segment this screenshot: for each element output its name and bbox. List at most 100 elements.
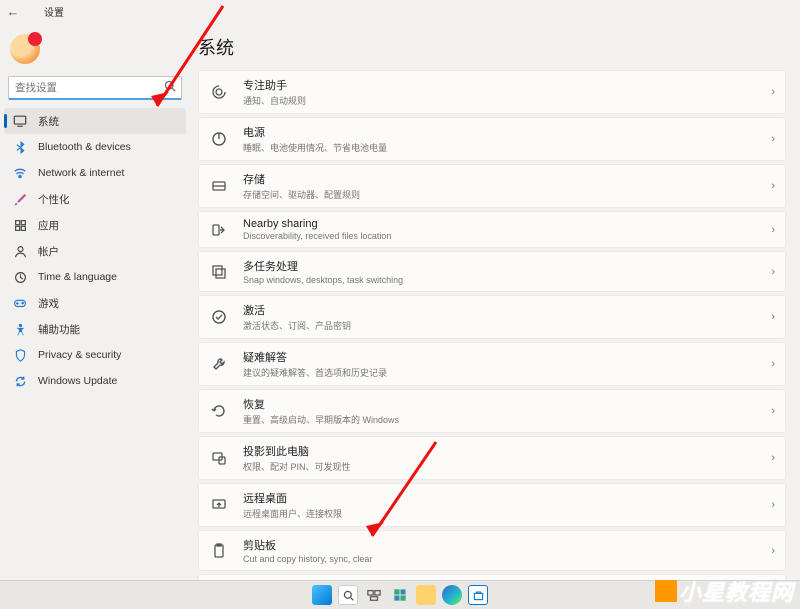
star-icon [655, 580, 677, 602]
chevron-right-icon: › [771, 133, 775, 145]
sidebar-item-privacy-security[interactable]: Privacy & security [4, 342, 186, 368]
paintbrush-icon [12, 191, 28, 207]
back-button[interactable]: ← [4, 2, 22, 20]
sidebar-item-network-internet[interactable]: Network & internet [4, 160, 186, 186]
settings-item-subtitle: 通知、自动规则 [243, 94, 765, 107]
settings-item-subtitle: 激活状态、订阅、产品密钥 [243, 319, 765, 332]
chevron-right-icon: › [771, 499, 775, 511]
clock-globe-icon [12, 269, 28, 285]
project-icon [209, 448, 229, 468]
nearby-share-icon [209, 220, 229, 240]
sidebar-item-windows-update[interactable]: Windows Update [4, 368, 186, 394]
widgets-icon[interactable] [390, 585, 410, 605]
sidebar-item-bluetooth-devices[interactable]: Bluetooth & devices [4, 134, 186, 160]
sidebar-item-time-language[interactable]: Time & language [4, 264, 186, 290]
chevron-right-icon: › [771, 358, 775, 370]
multitask-icon [209, 262, 229, 282]
storage-icon [209, 176, 229, 196]
settings-item-title: 恢复 [243, 396, 765, 412]
activation-icon [209, 307, 229, 327]
start-button[interactable] [312, 585, 332, 605]
settings-item-subtitle: 睡眠、电池使用情况、节省电池电量 [243, 141, 765, 154]
sidebar-item--[interactable]: 应用 [4, 212, 186, 238]
settings-item-title: 专注助手 [243, 77, 765, 93]
settings-item-subtitle: 远程桌面用户、连接权限 [243, 507, 765, 520]
recovery-icon [209, 401, 229, 421]
sidebar-item-label: Network & internet [38, 167, 124, 179]
chevron-right-icon: › [771, 180, 775, 192]
settings-item-focus[interactable]: 专注助手通知、自动规则› [198, 70, 786, 114]
file-explorer-icon[interactable] [416, 585, 436, 605]
settings-item-storage[interactable]: 存储存储空间、驱动器、配置规则 › [198, 164, 786, 208]
sidebar-item--[interactable]: 系统 [4, 108, 186, 134]
sidebar-item-label: 游戏 [38, 296, 59, 311]
chevron-right-icon: › [771, 311, 775, 323]
settings-item-title: 存储 [243, 171, 765, 187]
settings-item-subtitle: Cut and copy history, sync, clear [243, 554, 765, 564]
chevron-right-icon: › [771, 266, 775, 278]
sidebar-item-label: 应用 [38, 218, 59, 233]
main-content: 系统 专注助手通知、自动规则›电源睡眠、电池使用情况、节省电池电量›存储存储空间… [190, 22, 800, 580]
settings-item-title: 远程桌面 [243, 490, 765, 506]
settings-item-subtitle: 重置、高级启动、早期版本的 Windows [243, 413, 765, 426]
edge-icon[interactable] [442, 585, 462, 605]
app-title: 设置 [44, 4, 64, 19]
settings-item-recovery[interactable]: 恢复重置、高级启动、早期版本的 Windows› [198, 389, 786, 433]
taskbar-search-icon[interactable] [338, 585, 358, 605]
settings-item-troubleshoot[interactable]: 疑难解答建议的疑难解答、首选项和历史记录› [198, 342, 786, 386]
sidebar-item--[interactable]: 游戏 [4, 290, 186, 316]
accessibility-icon [12, 321, 28, 337]
sidebar-item-label: Bluetooth & devices [38, 141, 131, 153]
settings-item-subtitle: 建议的疑难解答、首选项和历史记录 [243, 366, 765, 379]
watermark: 小星教程网 [655, 575, 794, 607]
apps-icon [12, 217, 28, 233]
sidebar-item-label: 个性化 [38, 192, 70, 207]
settings-item-title: 电源 [243, 124, 765, 140]
sidebar: 系统 Bluetooth & devices Network & internet 个… [0, 22, 190, 580]
settings-item-subtitle: 权限、配对 PIN、可发现性 [243, 460, 765, 473]
troubleshoot-icon [209, 354, 229, 374]
settings-item-project[interactable]: 投影到此电脑权限、配对 PIN、可发现性 › [198, 436, 786, 480]
settings-item-subtitle: Discoverability, received files location [243, 231, 765, 241]
settings-item-activation[interactable]: 激活激活状态、订阅、产品密钥 › [198, 295, 786, 339]
search-input[interactable] [8, 76, 182, 100]
bluetooth-icon [12, 139, 28, 155]
settings-item-nearby-share[interactable]: Nearby sharingDiscoverability, received … [198, 211, 786, 248]
settings-item-remote-desktop[interactable]: 远程桌面远程桌面用户、连接权限 › [198, 483, 786, 527]
settings-item-title: 激活 [243, 302, 765, 318]
shield-icon [12, 347, 28, 363]
chevron-right-icon: › [771, 452, 775, 464]
sidebar-item-label: 系统 [38, 114, 59, 129]
settings-item-title: 投影到此电脑 [243, 443, 765, 459]
settings-item-power[interactable]: 电源睡眠、电池使用情况、节省电池电量 › [198, 117, 786, 161]
power-icon [209, 129, 229, 149]
sidebar-item-label: Time & language [38, 271, 117, 283]
settings-item-title: Nearby sharing [243, 218, 765, 230]
sidebar-item--[interactable]: 个性化 [4, 186, 186, 212]
chevron-right-icon: › [771, 224, 775, 236]
settings-item-title: 多任务处理 [243, 258, 765, 274]
settings-item-multitask[interactable]: 多任务处理Snap windows, desktops, task switch… [198, 251, 786, 292]
display-icon [12, 113, 28, 129]
sidebar-item-label: Privacy & security [38, 349, 121, 361]
settings-item-subtitle: Snap windows, desktops, task switching [243, 275, 765, 285]
gamepad-icon [12, 295, 28, 311]
page-title: 系统 [198, 34, 786, 60]
chevron-right-icon: › [771, 545, 775, 557]
sidebar-item-label: Windows Update [38, 375, 117, 387]
update-icon [12, 373, 28, 389]
settings-item-subtitle: 存储空间、驱动器、配置规则 [243, 188, 765, 201]
sidebar-item-label: 帐户 [38, 244, 59, 259]
clipboard-icon [209, 541, 229, 561]
person-icon [12, 243, 28, 259]
sidebar-item--[interactable]: 辅助功能 [4, 316, 186, 342]
task-view-icon[interactable] [364, 585, 384, 605]
search-icon [164, 80, 176, 95]
store-icon[interactable] [468, 585, 488, 605]
settings-item-title: 剪贴板 [243, 537, 765, 553]
settings-item-clipboard[interactable]: 剪贴板Cut and copy history, sync, clear › [198, 530, 786, 571]
wifi-icon [12, 165, 28, 181]
remote-desktop-icon [209, 495, 229, 515]
sidebar-item--[interactable]: 帐户 [4, 238, 186, 264]
user-avatar[interactable] [10, 34, 40, 64]
